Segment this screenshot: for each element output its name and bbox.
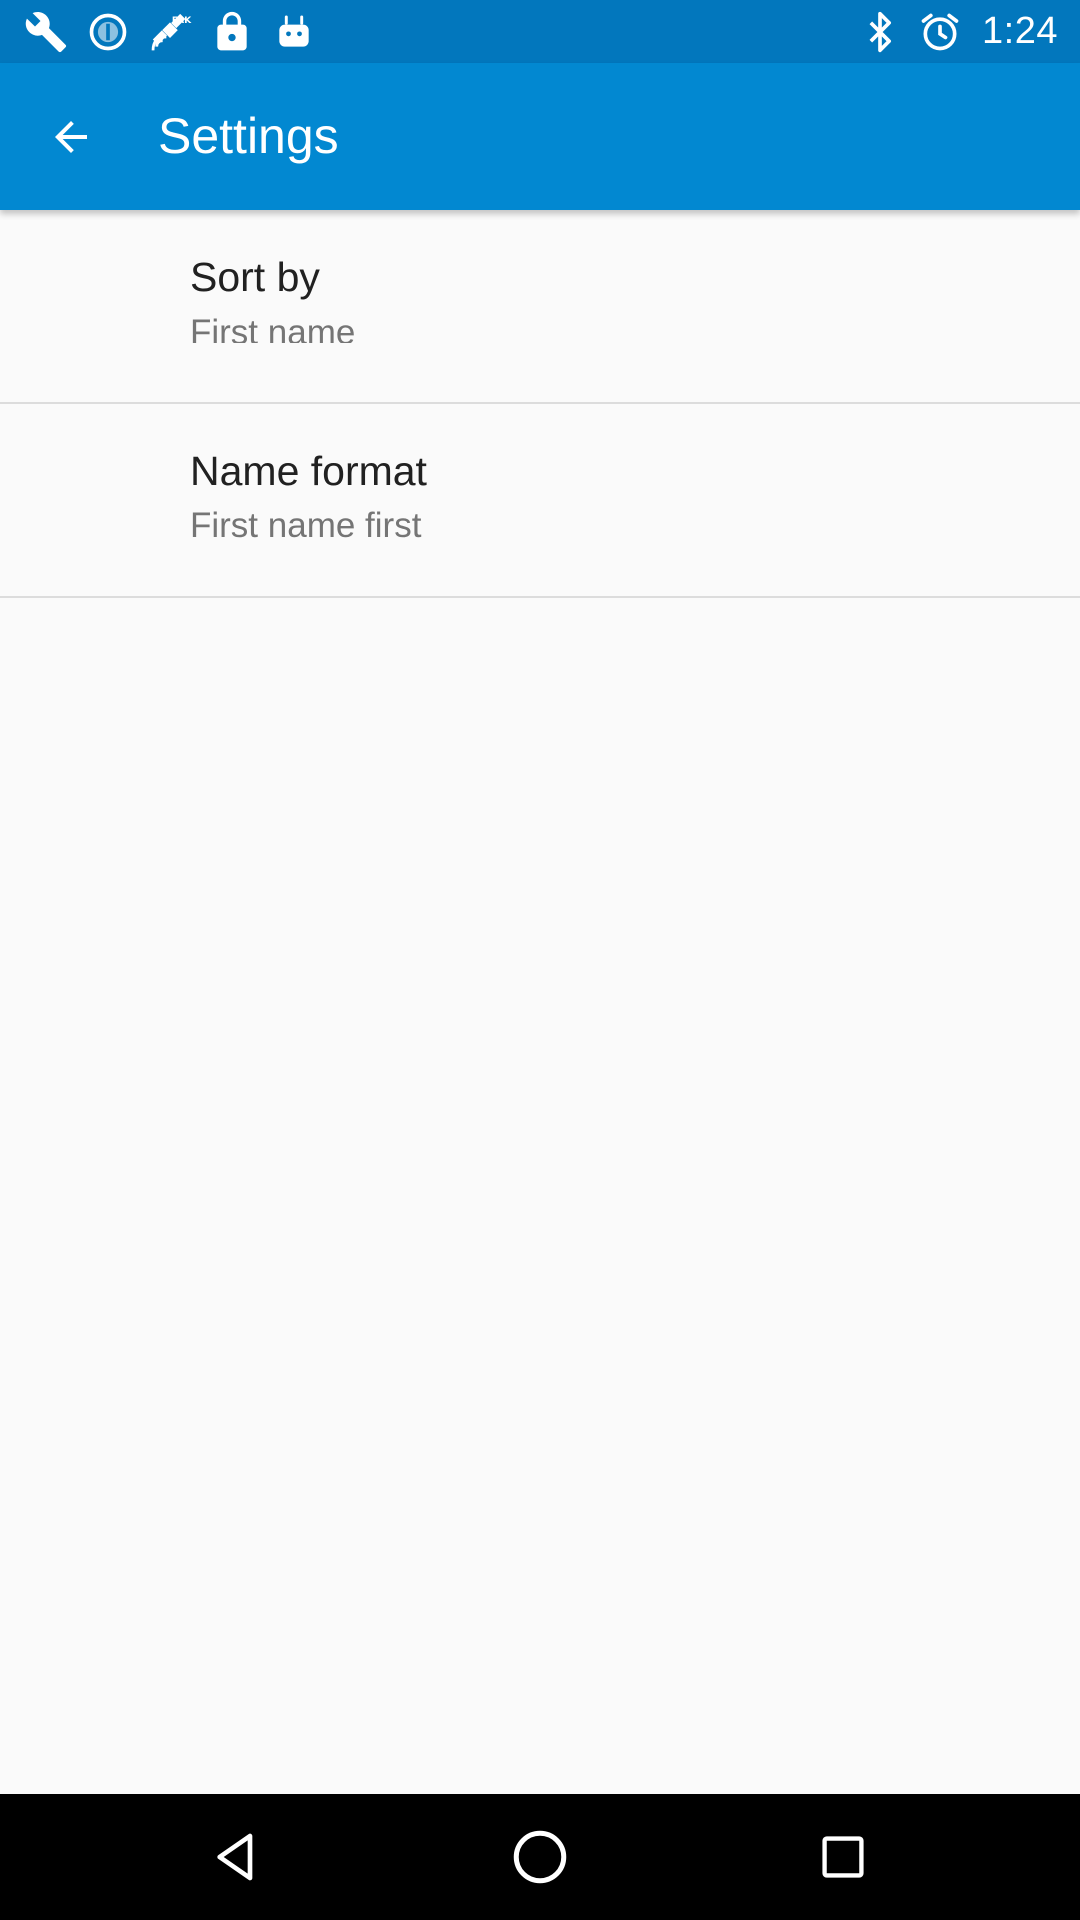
- svg-text:FAKE: FAKE: [172, 14, 192, 25]
- status-system: 1:24: [858, 0, 1058, 63]
- back-triangle-icon: [217, 1833, 253, 1881]
- settings-list: Sort by First name Name format First nam…: [0, 210, 1080, 598]
- pref-title: Sort by: [190, 254, 320, 300]
- pref-summary: First name first: [190, 506, 422, 545]
- android-icon: [279, 15, 309, 47]
- nav-recents-button[interactable]: [803, 1817, 883, 1897]
- pref-sort-by[interactable]: Sort by First name: [0, 210, 1080, 404]
- home-circle-icon: [513, 1830, 567, 1884]
- settings-screen: FAKE 1:: [0, 0, 1080, 1920]
- app-bar: Settings: [0, 63, 1080, 210]
- back-button[interactable]: [26, 92, 116, 182]
- arrow-back-icon: [55, 121, 87, 153]
- pref-name-format[interactable]: Name format First name first: [0, 404, 1080, 598]
- fake-gps-satellite-icon: FAKE: [151, 13, 192, 50]
- pref-title: Name format: [190, 448, 427, 494]
- status-bar: FAKE 1:: [0, 0, 1080, 63]
- recents-square-icon: [822, 1836, 864, 1878]
- nav-home-button[interactable]: [500, 1817, 580, 1897]
- info-circle-icon: [89, 13, 127, 50]
- status-notifications: FAKE: [24, 0, 316, 63]
- nav-back-button[interactable]: [196, 1817, 276, 1897]
- pref-summary: First name: [190, 313, 356, 343]
- status-time: 1:24: [982, 10, 1058, 52]
- page-title: Settings: [158, 108, 339, 164]
- navigation-bar: [0, 1794, 1080, 1920]
- wrench-icon: [25, 11, 67, 52]
- lock-icon: [217, 11, 247, 50]
- bluetooth-icon: [869, 11, 892, 52]
- alarm-clock-icon: [921, 13, 959, 50]
